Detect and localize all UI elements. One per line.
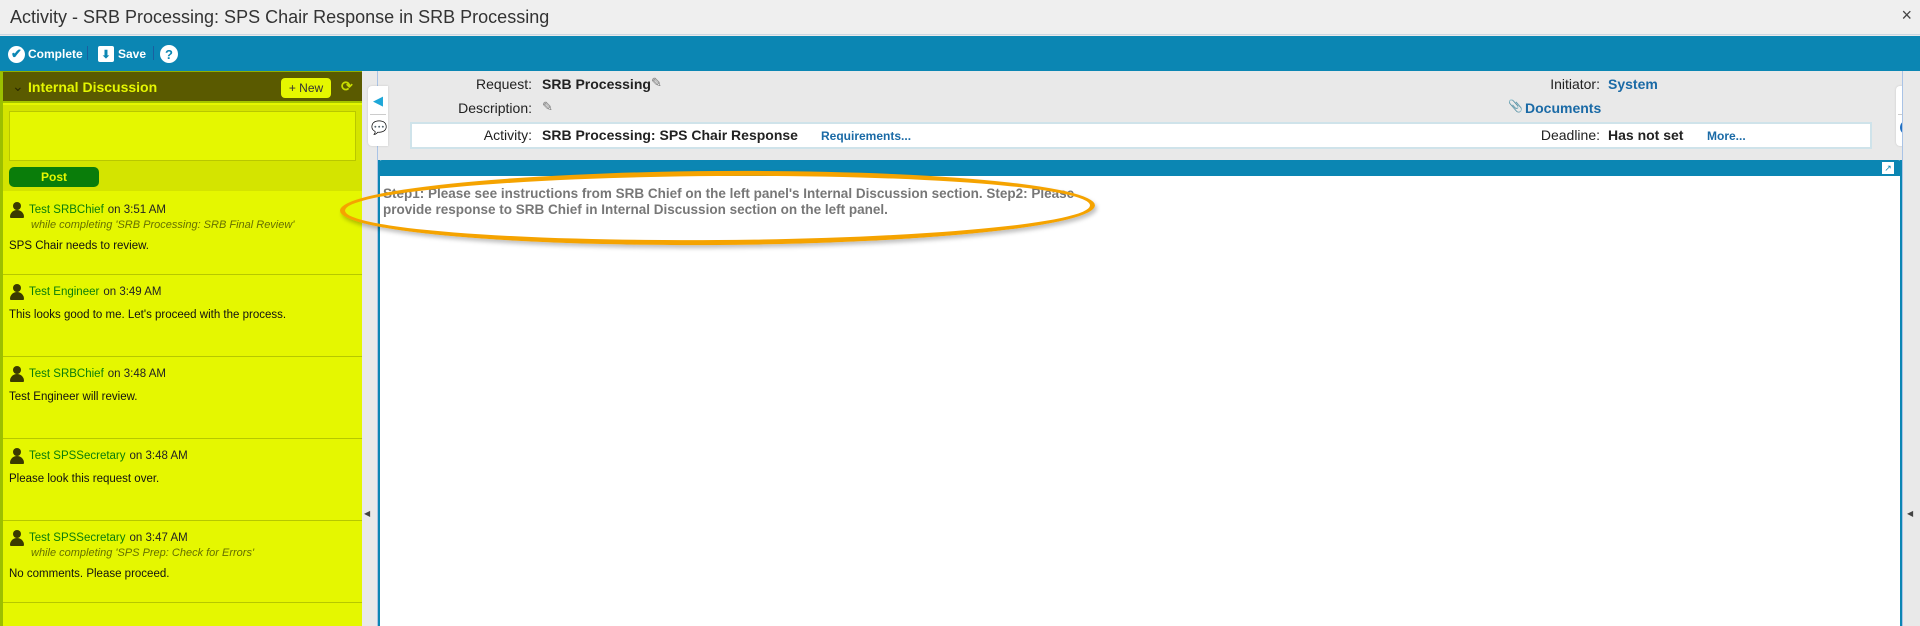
initiator-link[interactable]: System xyxy=(1608,76,1658,92)
comment-author[interactable]: Test SRBChief xyxy=(29,368,104,380)
person-icon xyxy=(9,202,25,218)
requirements-link[interactable]: Requirements... xyxy=(821,129,911,143)
comment-input[interactable] xyxy=(9,111,356,161)
comment-body: Please look this request over. xyxy=(9,473,160,485)
instructions-panel-header: ↗ xyxy=(378,160,1902,176)
help-button[interactable]: ? xyxy=(160,44,181,64)
description-label: Description: xyxy=(458,100,532,116)
comment-list: Test SRBChief on 3:51 AM while completing… xyxy=(3,193,362,603)
collapse-left-icon[interactable]: ◀ xyxy=(364,509,370,518)
discussion-header: ⌄ Internal Discussion + New ⟳ xyxy=(3,72,362,103)
deadline-value: Has not set xyxy=(1608,127,1684,143)
person-icon xyxy=(9,448,25,464)
comment-body: No comments. Please proceed. xyxy=(9,568,170,580)
comment-author[interactable]: Test SRBChief xyxy=(29,204,104,216)
save-icon: ⬇ xyxy=(98,46,114,62)
toolbar-divider xyxy=(153,46,154,60)
documents-link[interactable]: Documents xyxy=(1525,100,1601,116)
window-title: Activity - SRB Processing: SPS Chair Res… xyxy=(10,7,550,27)
comment-time: on 3:49 AM xyxy=(103,286,162,298)
comment-context: while completing 'SRB Processing: SRB Fi… xyxy=(31,219,295,231)
comment-time: on 3:47 AM xyxy=(129,532,188,544)
request-label: Request: xyxy=(475,76,532,92)
person-icon xyxy=(9,284,25,300)
comment-time: on 3:51 AM xyxy=(107,204,166,216)
close-icon[interactable]: × xyxy=(1901,5,1912,26)
paperclip-icon: 📎 xyxy=(1508,99,1523,113)
toolbar-divider xyxy=(87,46,88,60)
initiator-label: Initiator: xyxy=(1550,76,1600,92)
comment-author[interactable]: Test Engineer xyxy=(29,286,99,298)
comment-time: on 3:48 AM xyxy=(129,450,188,462)
discussion-title: Internal Discussion xyxy=(28,79,158,95)
left-side-tab: ◀ 💬 xyxy=(368,86,388,146)
person-icon xyxy=(9,530,25,546)
save-button[interactable]: ⬇ Save xyxy=(98,44,146,64)
instructions-text: Step1: Please see instructions from SRB … xyxy=(383,186,1075,217)
internal-discussion-panel: ⌄ Internal Discussion + New ⟳ Post Test … xyxy=(0,71,362,626)
expand-left-arrow-icon[interactable]: ◀ xyxy=(373,93,383,109)
comment-item: Test SRBChief on 3:51 AM while completing… xyxy=(3,193,362,275)
new-comment-button[interactable]: + New xyxy=(281,78,331,98)
check-circle-icon: ✔ xyxy=(8,45,25,63)
person-icon xyxy=(9,366,25,382)
deadline-label: Deadline: xyxy=(1540,127,1600,143)
collapse-right-icon[interactable]: ◀ xyxy=(1907,509,1913,518)
comment-body: Test Engineer will review. xyxy=(9,391,138,403)
complete-button[interactable]: ✔ Complete xyxy=(8,44,83,64)
activity-value: SRB Processing: SPS Chair Response xyxy=(542,127,798,143)
instructions-panel: ↗ Step1: Please see instructions from SR… xyxy=(378,160,1902,626)
title-bar: Activity - SRB Processing: SPS Chair Res… xyxy=(0,0,1920,35)
refresh-icon[interactable]: ⟳ xyxy=(341,78,353,95)
comment-context: while completing 'SPS Prep: Check for Er… xyxy=(31,547,255,559)
side-tab-divider xyxy=(370,114,386,115)
save-label: Save xyxy=(118,47,147,61)
comment-body: SPS Chair needs to review. xyxy=(9,240,149,252)
collapse-chevron-icon[interactable]: ⌄ xyxy=(12,78,24,95)
chat-bubble-icon[interactable]: 💬 xyxy=(371,120,387,136)
comment-item: Test SPSSecretary on 3:48 AM Please look … xyxy=(3,439,362,521)
request-value: SRB Processing xyxy=(542,76,651,92)
left-splitter[interactable]: ◀ xyxy=(362,71,378,626)
comment-time: on 3:48 AM xyxy=(107,368,166,380)
comment-item: Test Engineer on 3:49 AM This looks good … xyxy=(3,275,362,357)
complete-label: Complete xyxy=(28,47,83,61)
comment-author[interactable]: Test SPSSecretary xyxy=(29,532,126,544)
post-button[interactable]: Post xyxy=(9,167,99,187)
more-link[interactable]: More... xyxy=(1707,129,1746,143)
comment-author[interactable]: Test SPSSecretary xyxy=(29,450,126,462)
comment-item: Test SPSSecretary on 3:47 AM while comple… xyxy=(3,521,362,603)
compose-area: Post xyxy=(3,105,362,191)
toolbar: ✔ Complete ⬇ Save ? xyxy=(0,36,1920,71)
expand-icon[interactable]: ↗ xyxy=(1882,162,1894,174)
edit-description-pencil-icon[interactable]: ✎ xyxy=(542,99,553,115)
right-splitter[interactable]: ◀ xyxy=(1902,71,1920,626)
help-icon: ? xyxy=(160,45,178,63)
edit-request-pencil-icon[interactable]: ✎ xyxy=(651,75,662,91)
activity-label: Activity: xyxy=(483,127,532,143)
comment-item: Test SRBChief on 3:48 AM Test Engineer wi… xyxy=(3,357,362,439)
comment-body: This looks good to me. Let's proceed wit… xyxy=(9,309,287,321)
